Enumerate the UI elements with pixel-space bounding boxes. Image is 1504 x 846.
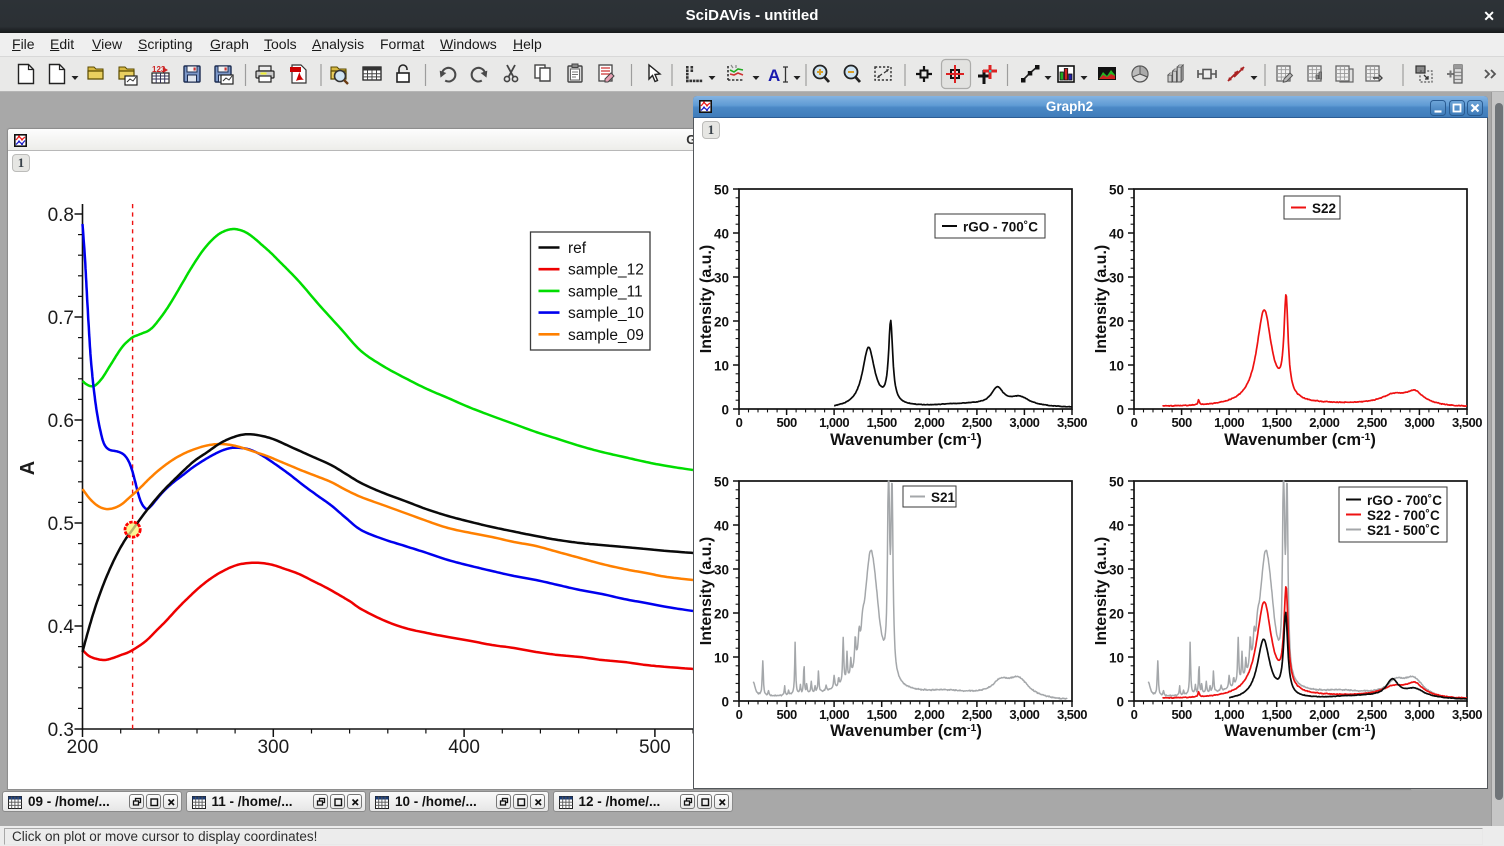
svg-text:Wavenumber (cm-1): Wavenumber (cm-1)	[1224, 431, 1376, 449]
svg-text:30: 30	[714, 271, 729, 286]
svg-text:2,000: 2,000	[1309, 707, 1339, 722]
svg-text:1,500: 1,500	[1262, 707, 1292, 722]
svg-text:A: A	[17, 461, 39, 475]
svg-text:rGO - 700˚C: rGO - 700˚C	[1367, 493, 1442, 508]
svg-text:20: 20	[1109, 607, 1124, 622]
svg-text:A: A	[768, 66, 780, 85]
svg-text:10: 10	[1109, 359, 1124, 374]
svg-text:500: 500	[776, 415, 796, 430]
svg-text:sample_10: sample_10	[568, 305, 644, 322]
svg-text:0: 0	[736, 707, 743, 722]
svg-text:50: 50	[714, 183, 729, 198]
svg-text:3,000: 3,000	[1009, 415, 1039, 430]
svg-text:0.6: 0.6	[48, 411, 74, 432]
svg-text:20: 20	[714, 607, 729, 622]
svg-text:Wavenumber (cm-1): Wavenumber (cm-1)	[830, 431, 982, 449]
svg-text:40: 40	[714, 519, 729, 534]
svg-text:3,000: 3,000	[1009, 707, 1039, 722]
svg-text:10: 10	[714, 651, 729, 666]
svg-text:200: 200	[67, 737, 99, 758]
svg-text:400: 400	[448, 737, 480, 758]
svg-text:0: 0	[1116, 403, 1124, 418]
svg-text:20: 20	[714, 315, 729, 330]
svg-text:0.4: 0.4	[48, 617, 75, 638]
svg-text:500: 500	[1171, 415, 1191, 430]
svg-text:10: 10	[714, 359, 729, 374]
svg-text:sample_09: sample_09	[568, 327, 644, 344]
svg-text:50: 50	[714, 475, 729, 490]
svg-text:1,500: 1,500	[1262, 415, 1292, 430]
svg-text:500: 500	[639, 737, 671, 758]
svg-text:20: 20	[1109, 315, 1124, 330]
svg-text:Intensity (a.u.): Intensity (a.u.)	[1093, 245, 1110, 353]
svg-text:0: 0	[1116, 695, 1124, 710]
svg-text:0: 0	[736, 415, 743, 430]
svg-text:2,500: 2,500	[962, 707, 992, 722]
svg-text:rGO - 700˚C: rGO - 700˚C	[963, 220, 1038, 235]
svg-text:3,000: 3,000	[1404, 707, 1434, 722]
svg-text:1,000: 1,000	[1214, 415, 1244, 430]
svg-text:0: 0	[1131, 707, 1138, 722]
svg-text:2,000: 2,000	[1309, 415, 1339, 430]
svg-text:sample_12: sample_12	[568, 262, 644, 279]
svg-text:500: 500	[1171, 707, 1191, 722]
svg-text:Intensity (a.u.): Intensity (a.u.)	[698, 245, 715, 353]
svg-text:Intensity (a.u.): Intensity (a.u.)	[1093, 537, 1110, 645]
svg-text:40: 40	[1109, 227, 1124, 242]
svg-text:2,500: 2,500	[962, 415, 992, 430]
svg-text:1,000: 1,000	[819, 415, 849, 430]
svg-text:2,000: 2,000	[914, 415, 944, 430]
svg-text:0.5: 0.5	[48, 514, 74, 535]
svg-text:Wavenumber (cm-1): Wavenumber (cm-1)	[830, 722, 982, 740]
svg-text:0.7: 0.7	[48, 308, 74, 329]
svg-text:2,500: 2,500	[1357, 707, 1387, 722]
svg-text:3,000: 3,000	[1404, 415, 1434, 430]
svg-text:0: 0	[721, 695, 729, 710]
svg-text:0: 0	[721, 403, 729, 418]
svg-text:1,500: 1,500	[867, 415, 897, 430]
svg-text:3,500: 3,500	[1452, 415, 1482, 430]
svg-text:1,000: 1,000	[819, 707, 849, 722]
svg-text:ref: ref	[568, 240, 587, 257]
svg-text:50: 50	[1109, 475, 1124, 490]
svg-text:2,500: 2,500	[1357, 415, 1387, 430]
svg-text:40: 40	[714, 227, 729, 242]
svg-text:3,500: 3,500	[1057, 707, 1087, 722]
svg-text:S21 - 500˚C: S21 - 500˚C	[1367, 523, 1440, 538]
svg-text:2,000: 2,000	[914, 707, 944, 722]
svg-text:S21: S21	[931, 490, 956, 505]
svg-text:Intensity (a.u.): Intensity (a.u.)	[698, 537, 715, 645]
svg-text:30: 30	[1109, 271, 1124, 286]
svg-text:30: 30	[1109, 563, 1124, 578]
svg-text:10: 10	[1109, 651, 1124, 666]
svg-text:sample_11: sample_11	[568, 283, 643, 300]
svg-text:500: 500	[776, 707, 796, 722]
svg-text:40: 40	[1109, 519, 1124, 534]
svg-text:50: 50	[1109, 183, 1124, 198]
svg-text:0: 0	[1131, 415, 1138, 430]
svg-text:30: 30	[714, 563, 729, 578]
svg-text:1,000: 1,000	[1214, 707, 1244, 722]
svg-text:S22: S22	[1312, 201, 1336, 216]
svg-text:1,500: 1,500	[867, 707, 897, 722]
svg-text:3,500: 3,500	[1452, 707, 1482, 722]
svg-text:S22 - 700˚C: S22 - 700˚C	[1367, 508, 1440, 523]
svg-text:0.8: 0.8	[48, 205, 74, 226]
svg-text:Wavenumber (cm-1): Wavenumber (cm-1)	[1224, 722, 1376, 740]
svg-text:300: 300	[257, 737, 289, 758]
svg-text:3,500: 3,500	[1057, 415, 1087, 430]
